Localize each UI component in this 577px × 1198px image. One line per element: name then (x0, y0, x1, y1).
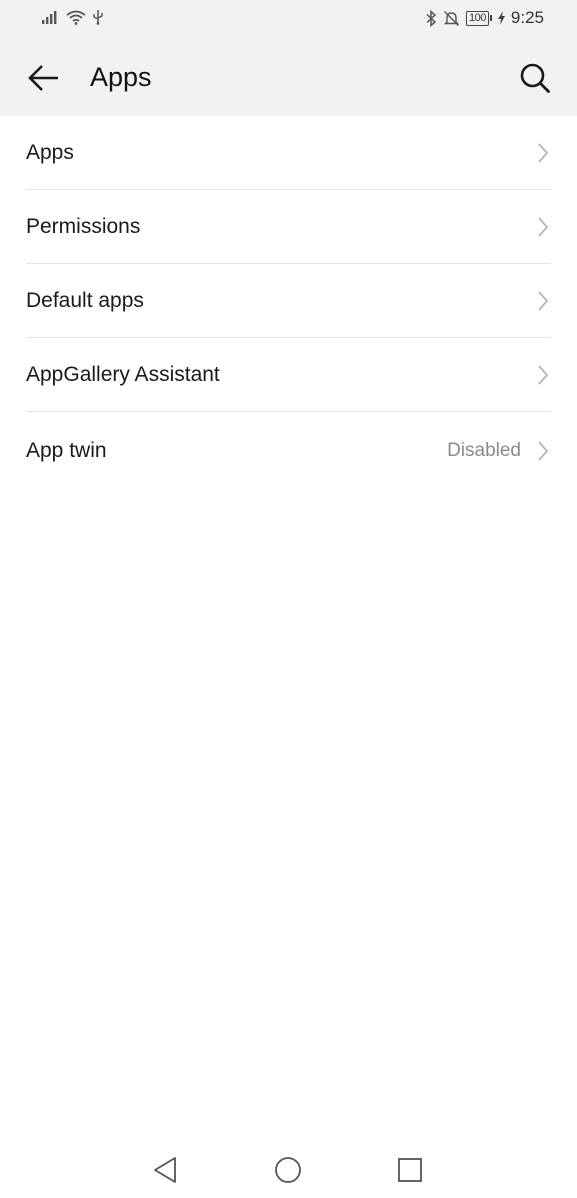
mute-icon (443, 10, 460, 26)
signal-icon (42, 11, 57, 24)
chevron-right-icon (538, 216, 549, 237)
list-item-value: Disabled (447, 440, 521, 461)
status-bar: 100 9:25 (0, 0, 577, 38)
list-item-label: AppGallery Assistant (26, 362, 220, 386)
bluetooth-icon (426, 9, 437, 27)
back-button[interactable] (22, 56, 66, 100)
list-item-appgallery-assistant[interactable]: AppGallery Assistant (26, 338, 551, 412)
search-button[interactable] (513, 56, 557, 100)
list-item-label: App twin (26, 439, 107, 462)
nav-back-icon (154, 1157, 176, 1183)
status-bar-right: 100 9:25 (425, 8, 544, 28)
search-icon (520, 63, 550, 93)
nav-home-icon (275, 1157, 301, 1183)
list-item-app-twin[interactable]: App twin Disabled (26, 412, 551, 490)
settings-list: Apps Permissions Default apps AppGallery… (0, 116, 577, 490)
battery-indicator: 100 (466, 10, 492, 26)
chevron-right-icon (538, 441, 549, 461)
list-item-apps[interactable]: Apps (26, 116, 551, 190)
nav-home-button[interactable] (272, 1154, 304, 1186)
app-bar: Apps (0, 38, 577, 116)
nav-recents-icon (398, 1158, 422, 1182)
back-arrow-icon (28, 65, 58, 91)
list-item-label: Default apps (26, 288, 144, 312)
wifi-icon (66, 10, 86, 25)
list-item-label: Apps (26, 140, 74, 164)
status-bar-left (42, 9, 104, 25)
charging-icon (497, 11, 505, 25)
list-item-label: Permissions (26, 214, 141, 238)
chevron-right-icon (538, 290, 549, 311)
battery-level: 100 (466, 10, 489, 26)
list-item-default-apps[interactable]: Default apps (26, 264, 551, 338)
page-title: Apps (90, 62, 152, 92)
nav-back-button[interactable] (149, 1154, 181, 1186)
usb-icon (93, 10, 103, 25)
chevron-right-icon (538, 364, 549, 385)
list-item-permissions[interactable]: Permissions (26, 190, 551, 264)
status-time: 9:25 (510, 8, 544, 27)
nav-recents-button[interactable] (394, 1154, 426, 1186)
battery-tip (489, 15, 492, 21)
chevron-right-icon (538, 142, 549, 163)
navigation-bar (0, 1140, 577, 1198)
